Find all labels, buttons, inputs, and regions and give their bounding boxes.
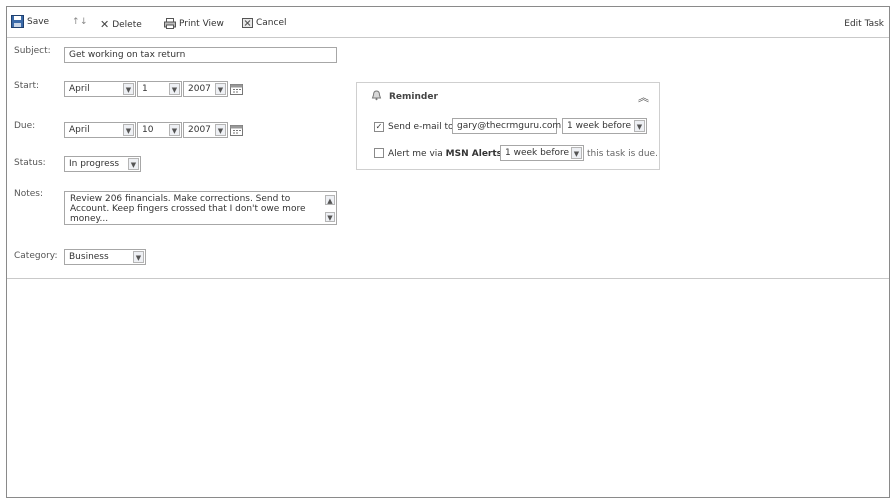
cancel-button[interactable]: Cancel	[242, 18, 287, 28]
send-email-checkbox[interactable]: ✓	[374, 122, 384, 132]
category-value: Business	[69, 252, 109, 262]
move-down-button[interactable]: ↓	[80, 17, 88, 27]
start-month-value: April	[69, 84, 90, 94]
chevron-down-icon: ▼	[169, 83, 180, 95]
print-icon	[164, 18, 176, 29]
chevron-down-icon: ▼	[634, 120, 645, 132]
status-value: In progress	[69, 159, 120, 169]
start-month-select[interactable]: April ▼	[64, 81, 136, 97]
due-year-select[interactable]: 2007 ▼	[183, 122, 228, 138]
email-timing-value: 1 week before	[567, 121, 632, 131]
alert-label: Alert me via MSN Alerts	[388, 149, 502, 159]
alert-timing-value: 1 week before	[505, 148, 570, 158]
notes-text: Review 206 financials. Make corrections.…	[70, 194, 306, 224]
chevron-down-icon: ▼	[123, 124, 134, 136]
toolbar: Save ↑ ↓ ✕ Delete Print View Cancel Edit…	[7, 7, 889, 38]
bell-icon	[371, 90, 382, 101]
due-label: Due:	[14, 121, 36, 131]
category-select[interactable]: Business ▼	[64, 249, 146, 265]
due-day-select[interactable]: 10 ▼	[137, 122, 182, 138]
save-icon	[11, 15, 24, 28]
print-view-label: Print View	[179, 18, 224, 29]
edit-task-window: Save ↑ ↓ ✕ Delete Print View Cancel Edit…	[6, 6, 890, 498]
chevron-down-icon: ▼	[133, 251, 144, 263]
send-email-label: Send e-mail to	[388, 122, 454, 132]
start-year-select[interactable]: 2007 ▼	[183, 81, 228, 97]
save-label: Save	[27, 16, 50, 27]
alert-suffix: this task is due.	[587, 149, 658, 159]
alert-prefix: Alert me via	[388, 149, 443, 159]
due-month-select[interactable]: April ▼	[64, 122, 136, 138]
chevron-down-icon: ▼	[123, 83, 134, 95]
delete-label: Delete	[112, 19, 142, 30]
status-select[interactable]: In progress ▼	[64, 156, 141, 172]
collapse-icon[interactable]: ︽	[638, 89, 649, 105]
move-up-button[interactable]: ↑	[72, 17, 80, 27]
delete-icon: ✕	[100, 18, 110, 31]
due-year-value: 2007	[188, 125, 211, 135]
notes-label: Notes:	[14, 189, 44, 199]
due-day-value: 10	[142, 125, 154, 135]
email-address-input[interactable]: gary@thecrmguru.com	[452, 118, 561, 134]
content-area	[7, 279, 889, 497]
scroll-up-icon[interactable]: ▲	[325, 195, 335, 205]
task-form: Subject: Get working on tax return Start…	[7, 38, 889, 279]
alert-checkbox[interactable]	[374, 148, 384, 158]
category-label: Category:	[14, 251, 58, 261]
up-arrow-icon: ↑	[72, 17, 80, 27]
alert-service: MSN Alerts	[445, 149, 503, 159]
subject-input[interactable]: Get working on tax return	[64, 47, 337, 63]
chevron-down-icon: ▼	[215, 83, 226, 95]
subject-label: Subject:	[14, 46, 51, 56]
chevron-down-icon: ▼	[215, 124, 226, 136]
cancel-label: Cancel	[256, 18, 287, 28]
reminder-panel: Reminder ︽ ✓ Send e-mail to gary@thecrmg…	[356, 82, 660, 170]
reminder-title: Reminder	[389, 92, 438, 102]
chevron-down-icon: ▼	[128, 158, 139, 170]
cancel-icon	[242, 18, 253, 28]
start-day-select[interactable]: 1 ▼	[137, 81, 182, 97]
calendar-icon[interactable]	[230, 83, 243, 95]
email-timing-select[interactable]: 1 week before ▼	[562, 118, 647, 134]
down-arrow-icon: ↓	[80, 17, 88, 27]
save-button[interactable]: Save	[11, 15, 49, 28]
calendar-icon[interactable]	[230, 124, 243, 136]
page-title: Edit Task	[844, 19, 884, 29]
print-view-button[interactable]: Print View	[164, 18, 224, 29]
alert-timing-select[interactable]: 1 week before ▼	[500, 145, 584, 161]
chevron-down-icon: ▼	[571, 147, 582, 159]
scroll-down-icon[interactable]: ▼	[325, 212, 335, 222]
start-year-value: 2007	[188, 84, 211, 94]
delete-button[interactable]: ✕ Delete	[100, 18, 142, 31]
start-label: Start:	[14, 81, 40, 91]
chevron-down-icon: ▼	[169, 124, 180, 136]
start-day-value: 1	[142, 84, 148, 94]
status-label: Status:	[14, 158, 46, 168]
notes-textarea[interactable]: Review 206 financials. Make corrections.…	[64, 191, 337, 225]
due-month-value: April	[69, 125, 90, 135]
